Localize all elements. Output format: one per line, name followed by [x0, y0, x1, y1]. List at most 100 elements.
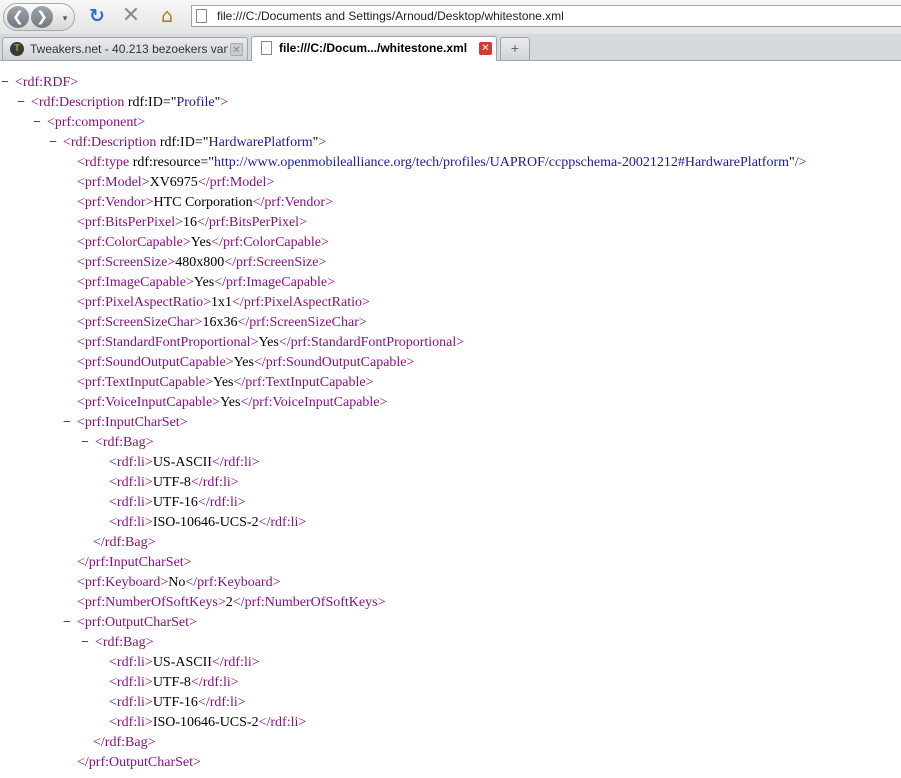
tag-name: prf:OutputCharSet	[88, 755, 194, 770]
tag-bracket: <	[77, 235, 85, 250]
tag-bracket: >	[144, 515, 153, 530]
tag-bracket: <	[77, 295, 85, 310]
tag-bracket: <	[77, 335, 85, 350]
xml-line: <rdf:li>UTF-8</rdf:li>	[109, 673, 239, 693]
history-dropdown-button[interactable]: ▾	[59, 12, 71, 24]
collapse-toggle[interactable]: −	[81, 635, 89, 650]
tag-bracket: </	[224, 255, 237, 270]
xml-line: </prf:OutputCharSet>	[77, 753, 201, 773]
element-text: HTC Corporation	[153, 195, 253, 210]
element-text: UTF-8	[152, 675, 191, 690]
element-text: ISO-10646-UCS-2	[152, 715, 259, 730]
tag-bracket: </	[211, 655, 224, 670]
tag-bracket: >	[144, 655, 153, 670]
tag-name: rdf:li	[116, 695, 145, 710]
tag-bracket: >	[144, 715, 153, 730]
end-tag-name: rdf:li	[202, 475, 231, 490]
home-icon: ⌂	[160, 5, 174, 27]
attribute-name: rdf:ID=	[124, 95, 171, 110]
tag-name: prf:ScreenSize	[84, 255, 168, 270]
tag-bracket: >	[318, 255, 327, 270]
address-bar-url[interactable]: file:///C:/Documents and Settings/Arnoud…	[217, 9, 564, 23]
element-text: Yes	[258, 335, 279, 350]
tag-bracket: </	[190, 675, 203, 690]
collapse-toggle[interactable]: −	[17, 95, 25, 110]
tag-bracket: >	[230, 675, 239, 690]
end-tag-name: rdf:li	[223, 455, 252, 470]
xml-line: − <rdf:Description rdf:ID="Profile">	[17, 93, 228, 113]
tag-bracket: </	[237, 315, 250, 330]
element-text: XV6975	[149, 175, 198, 190]
tag-bracket: >	[144, 455, 153, 470]
tag-bracket: <	[77, 595, 85, 610]
tag-bracket: >	[189, 615, 197, 630]
xml-line: </rdf:Bag>	[93, 533, 155, 553]
tab-tweakers[interactable]: T Tweakers.net - 40.213 bezoekers vand..…	[2, 37, 248, 60]
forward-button[interactable]: ❯	[31, 6, 53, 28]
tag-bracket: <	[77, 175, 85, 190]
chevron-down-icon: ▾	[62, 13, 68, 23]
tag-bracket: <	[109, 715, 117, 730]
tag-bracket: <	[109, 495, 117, 510]
tag-name: rdf:li	[116, 715, 145, 730]
plus-icon: +	[510, 40, 520, 56]
tag-bracket: >	[299, 215, 307, 230]
tag-name: prf:ImageCapable	[84, 275, 186, 290]
forward-arrow-icon: ❯	[36, 9, 48, 25]
tag-bracket: <	[77, 355, 85, 370]
tag-bracket: >	[406, 355, 415, 370]
tag-bracket: >	[185, 275, 194, 290]
xml-line: <prf:BitsPerPixel>16</prf:BitsPerPixel>	[77, 213, 307, 233]
tag-bracket: >	[237, 695, 246, 710]
end-tag-name: prf:NumberOfSoftKeys	[244, 595, 378, 610]
tag-bracket: >	[379, 395, 388, 410]
tab-close-icon[interactable]: ✕	[479, 42, 492, 55]
collapse-toggle[interactable]: −	[63, 415, 71, 430]
stop-button[interactable]: ✕	[119, 4, 143, 28]
element-text: UTF-8	[152, 475, 191, 490]
attribute-value: HardwarePlatform	[208, 135, 313, 150]
xml-line: <prf:VoiceInputCapable>Yes</prf:VoiceInp…	[77, 393, 387, 413]
attribute-value: http://www.openmobilealliance.org/tech/p…	[213, 155, 790, 170]
tag-bracket: </	[197, 175, 210, 190]
tag-bracket: >	[183, 555, 192, 570]
collapse-toggle[interactable]: −	[33, 115, 41, 130]
tag-bracket: >	[144, 675, 153, 690]
end-tag-name: prf:Vendor	[264, 195, 326, 210]
tag-bracket: >	[144, 495, 153, 510]
tag-bracket: >	[144, 475, 153, 490]
tag-bracket: </	[258, 715, 271, 730]
end-tag-name: prf:Model	[209, 175, 267, 190]
collapse-toggle[interactable]: −	[63, 615, 71, 630]
tab-whitestone-xml[interactable]: file:///C:/Docum.../whitestone.xml ✕	[251, 36, 497, 61]
tag-bracket: <	[77, 375, 85, 390]
tag-bracket: >	[217, 595, 226, 610]
tab-close-icon[interactable]: ✕	[230, 43, 243, 56]
tag-name: rdf:li	[116, 495, 145, 510]
element-text: Yes	[190, 235, 212, 250]
tag-bracket: <	[77, 155, 85, 170]
home-button[interactable]: ⌂	[155, 4, 179, 28]
xml-line: <prf:TextInputCapable>Yes</prf:TextInput…	[77, 373, 374, 393]
reload-button[interactable]: ↻	[85, 4, 109, 28]
tag-bracket: >	[205, 375, 214, 390]
new-tab-button[interactable]: +	[500, 37, 530, 60]
address-bar[interactable]: file:///C:/Documents and Settings/Arnoud…	[191, 5, 901, 27]
xml-line: <rdf:li>US-ASCII</rdf:li>	[109, 453, 260, 473]
collapse-toggle[interactable]: −	[1, 75, 9, 90]
tag-bracket: </	[278, 335, 291, 350]
collapse-toggle[interactable]: −	[49, 135, 57, 150]
element-text: Yes	[233, 355, 254, 370]
xml-document-view: − <rdf:RDF> − <rdf:Description rdf:ID="Prof…	[0, 62, 901, 778]
tag-name: prf:SoundOutputCapable	[84, 355, 226, 370]
tag-name: prf:BitsPerPixel	[84, 215, 176, 230]
element-text: ISO-10646-UCS-2	[152, 515, 259, 530]
collapse-toggle[interactable]: −	[81, 435, 89, 450]
end-tag-name: rdf:li	[209, 495, 238, 510]
tag-bracket: >	[325, 195, 333, 210]
tag-bracket: <	[77, 575, 85, 590]
tag-bracket: </	[258, 515, 271, 530]
tag-name: prf:component	[54, 115, 138, 130]
back-button[interactable]: ❮	[7, 6, 29, 28]
tag-bracket: </	[232, 595, 245, 610]
